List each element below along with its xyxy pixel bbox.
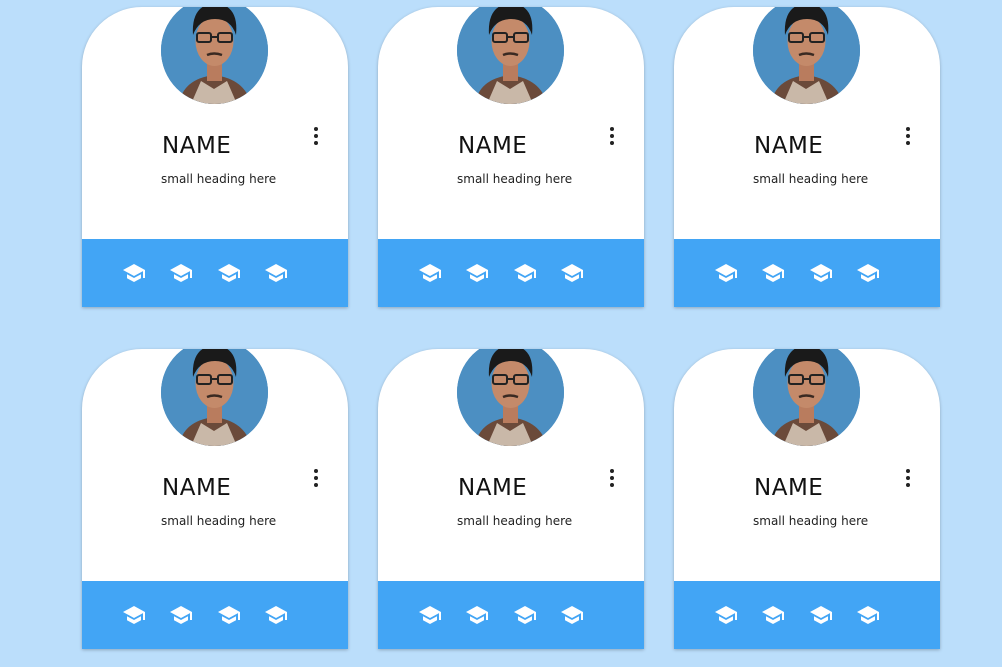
card-name: NAME — [754, 133, 824, 159]
card-name: NAME — [458, 475, 528, 501]
graduation-cap-icon[interactable] — [560, 603, 584, 627]
card-subtitle: small heading here — [161, 172, 277, 186]
avatar — [457, 7, 564, 104]
avatar — [753, 7, 860, 104]
more-vert-icon[interactable] — [902, 467, 914, 489]
graduation-cap-icon[interactable] — [122, 603, 146, 627]
graduation-cap-icon[interactable] — [809, 261, 833, 285]
more-vert-icon[interactable] — [310, 467, 322, 489]
profile-photo — [457, 7, 564, 104]
more-vert-icon[interactable] — [606, 467, 618, 489]
avatar — [161, 349, 268, 446]
card-footer — [82, 581, 348, 649]
graduation-cap-icon[interactable] — [856, 603, 880, 627]
more-vert-icon[interactable] — [606, 125, 618, 147]
card-footer — [378, 239, 644, 307]
profile-card: NAME small heading here — [82, 349, 348, 649]
profile-photo — [753, 349, 860, 446]
graduation-cap-icon[interactable] — [122, 261, 146, 285]
card-name: NAME — [162, 475, 232, 501]
graduation-cap-icon[interactable] — [169, 603, 193, 627]
profile-photo — [161, 7, 268, 104]
profile-card: NAME small heading here — [674, 7, 940, 307]
graduation-cap-icon[interactable] — [714, 261, 738, 285]
graduation-cap-icon[interactable] — [761, 603, 785, 627]
card-subtitle: small heading here — [753, 514, 869, 528]
graduation-cap-icon[interactable] — [465, 261, 489, 285]
graduation-cap-icon[interactable] — [513, 603, 537, 627]
more-vert-icon[interactable] — [310, 125, 322, 147]
graduation-cap-icon[interactable] — [418, 603, 442, 627]
graduation-cap-icon[interactable] — [217, 261, 241, 285]
graduation-cap-icon[interactable] — [560, 261, 584, 285]
graduation-cap-icon[interactable] — [418, 261, 442, 285]
graduation-cap-icon[interactable] — [264, 261, 288, 285]
graduation-cap-icon[interactable] — [169, 261, 193, 285]
card-name: NAME — [458, 133, 528, 159]
profile-card: NAME small heading here — [674, 349, 940, 649]
avatar — [457, 349, 564, 446]
card-footer — [674, 581, 940, 649]
card-subtitle: small heading here — [753, 172, 869, 186]
profile-photo — [161, 349, 268, 446]
card-subtitle: small heading here — [457, 172, 573, 186]
card-subtitle: small heading here — [457, 514, 573, 528]
more-vert-icon[interactable] — [902, 125, 914, 147]
graduation-cap-icon[interactable] — [264, 603, 288, 627]
card-footer — [674, 239, 940, 307]
graduation-cap-icon[interactable] — [856, 261, 880, 285]
card-name: NAME — [162, 133, 232, 159]
graduation-cap-icon[interactable] — [809, 603, 833, 627]
profile-card-grid: NAME small heading here NAME small headi… — [0, 0, 1002, 667]
profile-card: NAME small heading here — [378, 349, 644, 649]
card-subtitle: small heading here — [161, 514, 277, 528]
profile-photo — [753, 7, 860, 104]
profile-card: NAME small heading here — [82, 7, 348, 307]
card-footer — [82, 239, 348, 307]
card-footer — [378, 581, 644, 649]
graduation-cap-icon[interactable] — [217, 603, 241, 627]
graduation-cap-icon[interactable] — [714, 603, 738, 627]
graduation-cap-icon[interactable] — [465, 603, 489, 627]
avatar — [161, 7, 268, 104]
graduation-cap-icon[interactable] — [513, 261, 537, 285]
profile-photo — [457, 349, 564, 446]
graduation-cap-icon[interactable] — [761, 261, 785, 285]
avatar — [753, 349, 860, 446]
profile-card: NAME small heading here — [378, 7, 644, 307]
card-name: NAME — [754, 475, 824, 501]
